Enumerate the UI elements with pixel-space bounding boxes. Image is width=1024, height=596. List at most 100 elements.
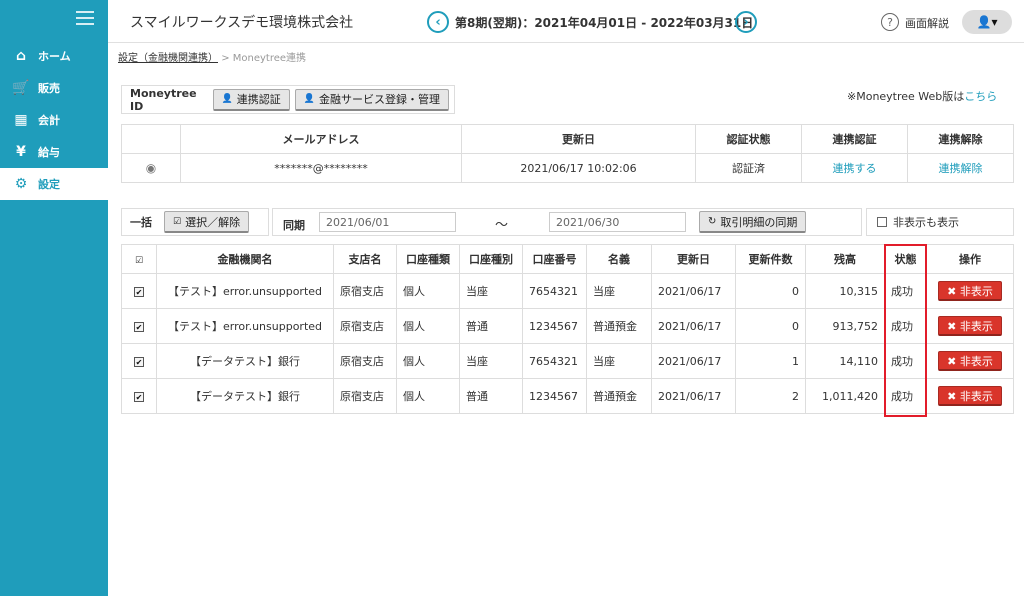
account-type-cell: 当座: [459, 273, 523, 309]
table-header-row: ☑ 金融機関名 支店名 口座種類 口座種別 口座番号 名義 更新日 更新件数 残…: [121, 244, 1014, 274]
hamburger-menu-icon[interactable]: [76, 11, 94, 27]
updated-cell: 2021/06/17: [651, 273, 736, 309]
user-menu-button[interactable]: 👤▾: [962, 10, 1012, 34]
show-hidden-toggle[interactable]: 非表示も表示: [866, 208, 1014, 236]
column-header: 状態: [884, 244, 927, 274]
account-type-cell: 普通: [459, 378, 523, 414]
branch-cell: 原宿支店: [333, 378, 397, 414]
hide-button[interactable]: ✖ 非表示: [938, 281, 1002, 301]
refresh-icon: ↻: [708, 216, 717, 227]
bulk-label: 一括: [130, 216, 152, 229]
hide-button[interactable]: ✖ 非表示: [938, 351, 1002, 371]
table-row: ✔ 【テスト】error.unsupported 原宿支店 個人 普通 1234…: [121, 308, 1014, 344]
account-type-cell: 当座: [459, 343, 523, 379]
column-header: 口座番号: [522, 244, 587, 274]
holder-cell: 普通預金: [586, 308, 652, 344]
row-checkbox[interactable]: ✔: [134, 286, 144, 297]
sidebar-item-sales[interactable]: 🛒 販売: [0, 72, 108, 104]
table-row: ✔ 【データテスト】銀行 原宿支店 個人 普通 1234567 普通預金 202…: [121, 378, 1014, 414]
holder-cell: 普通預金: [586, 378, 652, 414]
status-cell: 成功: [884, 343, 927, 379]
column-header: 更新日: [461, 124, 696, 154]
sidebar-item-label: 給与: [38, 146, 60, 159]
user-icon: 👤: [303, 94, 315, 104]
row-checkbox[interactable]: ✔: [134, 391, 144, 402]
column-header: 口座種別: [459, 244, 523, 274]
radio-column-header: [121, 124, 181, 154]
count-cell: 0: [735, 308, 806, 344]
column-header: 支店名: [333, 244, 397, 274]
updated-cell: 2021/06/17: [651, 343, 736, 379]
branch-cell: 原宿支店: [333, 343, 397, 379]
row-checkbox[interactable]: ✔: [134, 321, 144, 332]
bank-name-cell: 【データテスト】銀行: [156, 343, 334, 379]
fiscal-period: 第8期(翌期)：2021年04月01日 - 2022年03月31日: [455, 16, 754, 30]
link-auth-button[interactable]: 👤 連携認証: [212, 88, 290, 111]
account-number-cell: 7654321: [522, 343, 587, 379]
cart-icon: 🛒: [12, 80, 30, 96]
select-toggle-button[interactable]: ☑ 選択／解除: [164, 211, 250, 233]
column-header: メールアドレス: [180, 124, 462, 154]
show-hidden-label: 非表示も表示: [893, 216, 959, 229]
column-header: 残高: [805, 244, 885, 274]
user-icon: 👤: [221, 94, 233, 104]
bulk-action-bar: 一括 ☑ 選択／解除: [121, 208, 269, 236]
connect-link[interactable]: 連携する: [833, 162, 877, 175]
hide-button[interactable]: ✖ 非表示: [938, 386, 1002, 406]
sidebar-item-accounting[interactable]: ▦ 会計: [0, 104, 108, 136]
account-kind-cell: 個人: [396, 308, 460, 344]
balance-cell: 10,315: [805, 273, 885, 309]
sync-date-to-input[interactable]: [549, 212, 686, 232]
select-all-header[interactable]: ☑: [121, 244, 157, 274]
email-cell: *******@********: [180, 153, 462, 183]
sync-date-from-input[interactable]: [319, 212, 456, 232]
sidebar-item-label: 会計: [38, 114, 60, 127]
moneytree-web-link[interactable]: こちら: [964, 90, 997, 103]
top-header: スマイルワークスデモ環境株式会社 ‹ 第8期(翌期)：2021年04月01日 -…: [108, 0, 1024, 43]
sidebar-item-settings[interactable]: ⚙ 設定: [0, 168, 108, 200]
account-type-cell: 普通: [459, 308, 523, 344]
moneytree-id-bar: Moneytree ID 👤 連携認証 👤 金融サービス登録・管理: [121, 85, 455, 114]
disconnect-link[interactable]: 連携解除: [939, 162, 983, 175]
bank-name-cell: 【テスト】error.unsupported: [156, 273, 334, 309]
count-cell: 0: [735, 273, 806, 309]
checkbox-icon: ☑: [134, 255, 144, 266]
show-hidden-checkbox[interactable]: [877, 217, 887, 227]
balance-cell: 913,752: [805, 308, 885, 344]
account-table: メールアドレス 更新日 認証状態 連携認証 連携解除 ◉ *******@***…: [121, 124, 1014, 183]
bank-name-cell: 【データテスト】銀行: [156, 378, 334, 414]
auth-status-cell: 認証済: [695, 153, 802, 183]
sync-label: 同期: [283, 219, 305, 232]
account-kind-cell: 個人: [396, 273, 460, 309]
moneytree-id-label: Moneytree ID: [130, 86, 197, 113]
calculator-icon: ▦: [14, 112, 28, 128]
row-checkbox[interactable]: ✔: [134, 356, 144, 367]
prev-period-button[interactable]: ‹: [427, 11, 449, 33]
table-row: ◉ *******@******** 2021/06/17 10:02:06 認…: [121, 153, 1014, 183]
account-radio[interactable]: ◉: [121, 153, 181, 183]
balance-cell: 1,011,420: [805, 378, 885, 414]
status-cell: 成功: [884, 273, 927, 309]
help-icon[interactable]: ?: [881, 13, 899, 31]
button-label: 選択／解除: [185, 215, 241, 229]
hide-button[interactable]: ✖ 非表示: [938, 316, 1002, 336]
sync-transactions-button[interactable]: ↻ 取引明細の同期: [699, 211, 807, 233]
account-kind-cell: 個人: [396, 343, 460, 379]
account-number-cell: 7654321: [522, 273, 587, 309]
breadcrumb: 設定（金融機関連携） > Moneytree連携: [118, 49, 306, 64]
breadcrumb-parent-link[interactable]: 設定（金融機関連携）: [118, 53, 218, 64]
column-header: 連携認証: [801, 124, 908, 154]
updated-cell: 2021/06/17: [651, 308, 736, 344]
sidebar-item-label: 販売: [38, 82, 60, 95]
company-name: スマイルワークスデモ環境株式会社: [130, 15, 354, 31]
help-link[interactable]: 画面解説: [905, 15, 949, 31]
sidebar-item-home[interactable]: ⌂ ホーム: [0, 40, 108, 72]
branch-cell: 原宿支店: [333, 273, 397, 309]
sidebar-item-payroll[interactable]: ¥ 給与: [0, 136, 108, 168]
manage-services-button[interactable]: 👤 金融サービス登録・管理: [294, 88, 449, 111]
table-header-row: メールアドレス 更新日 認証状態 連携認証 連携解除: [121, 124, 1014, 154]
next-period-button[interactable]: ›: [735, 11, 757, 33]
updated-cell: 2021/06/17 10:02:06: [461, 153, 696, 183]
table-row: ✔ 【データテスト】銀行 原宿支店 個人 当座 7654321 当座 2021/…: [121, 343, 1014, 379]
checkbox-icon: ☑: [173, 216, 182, 227]
